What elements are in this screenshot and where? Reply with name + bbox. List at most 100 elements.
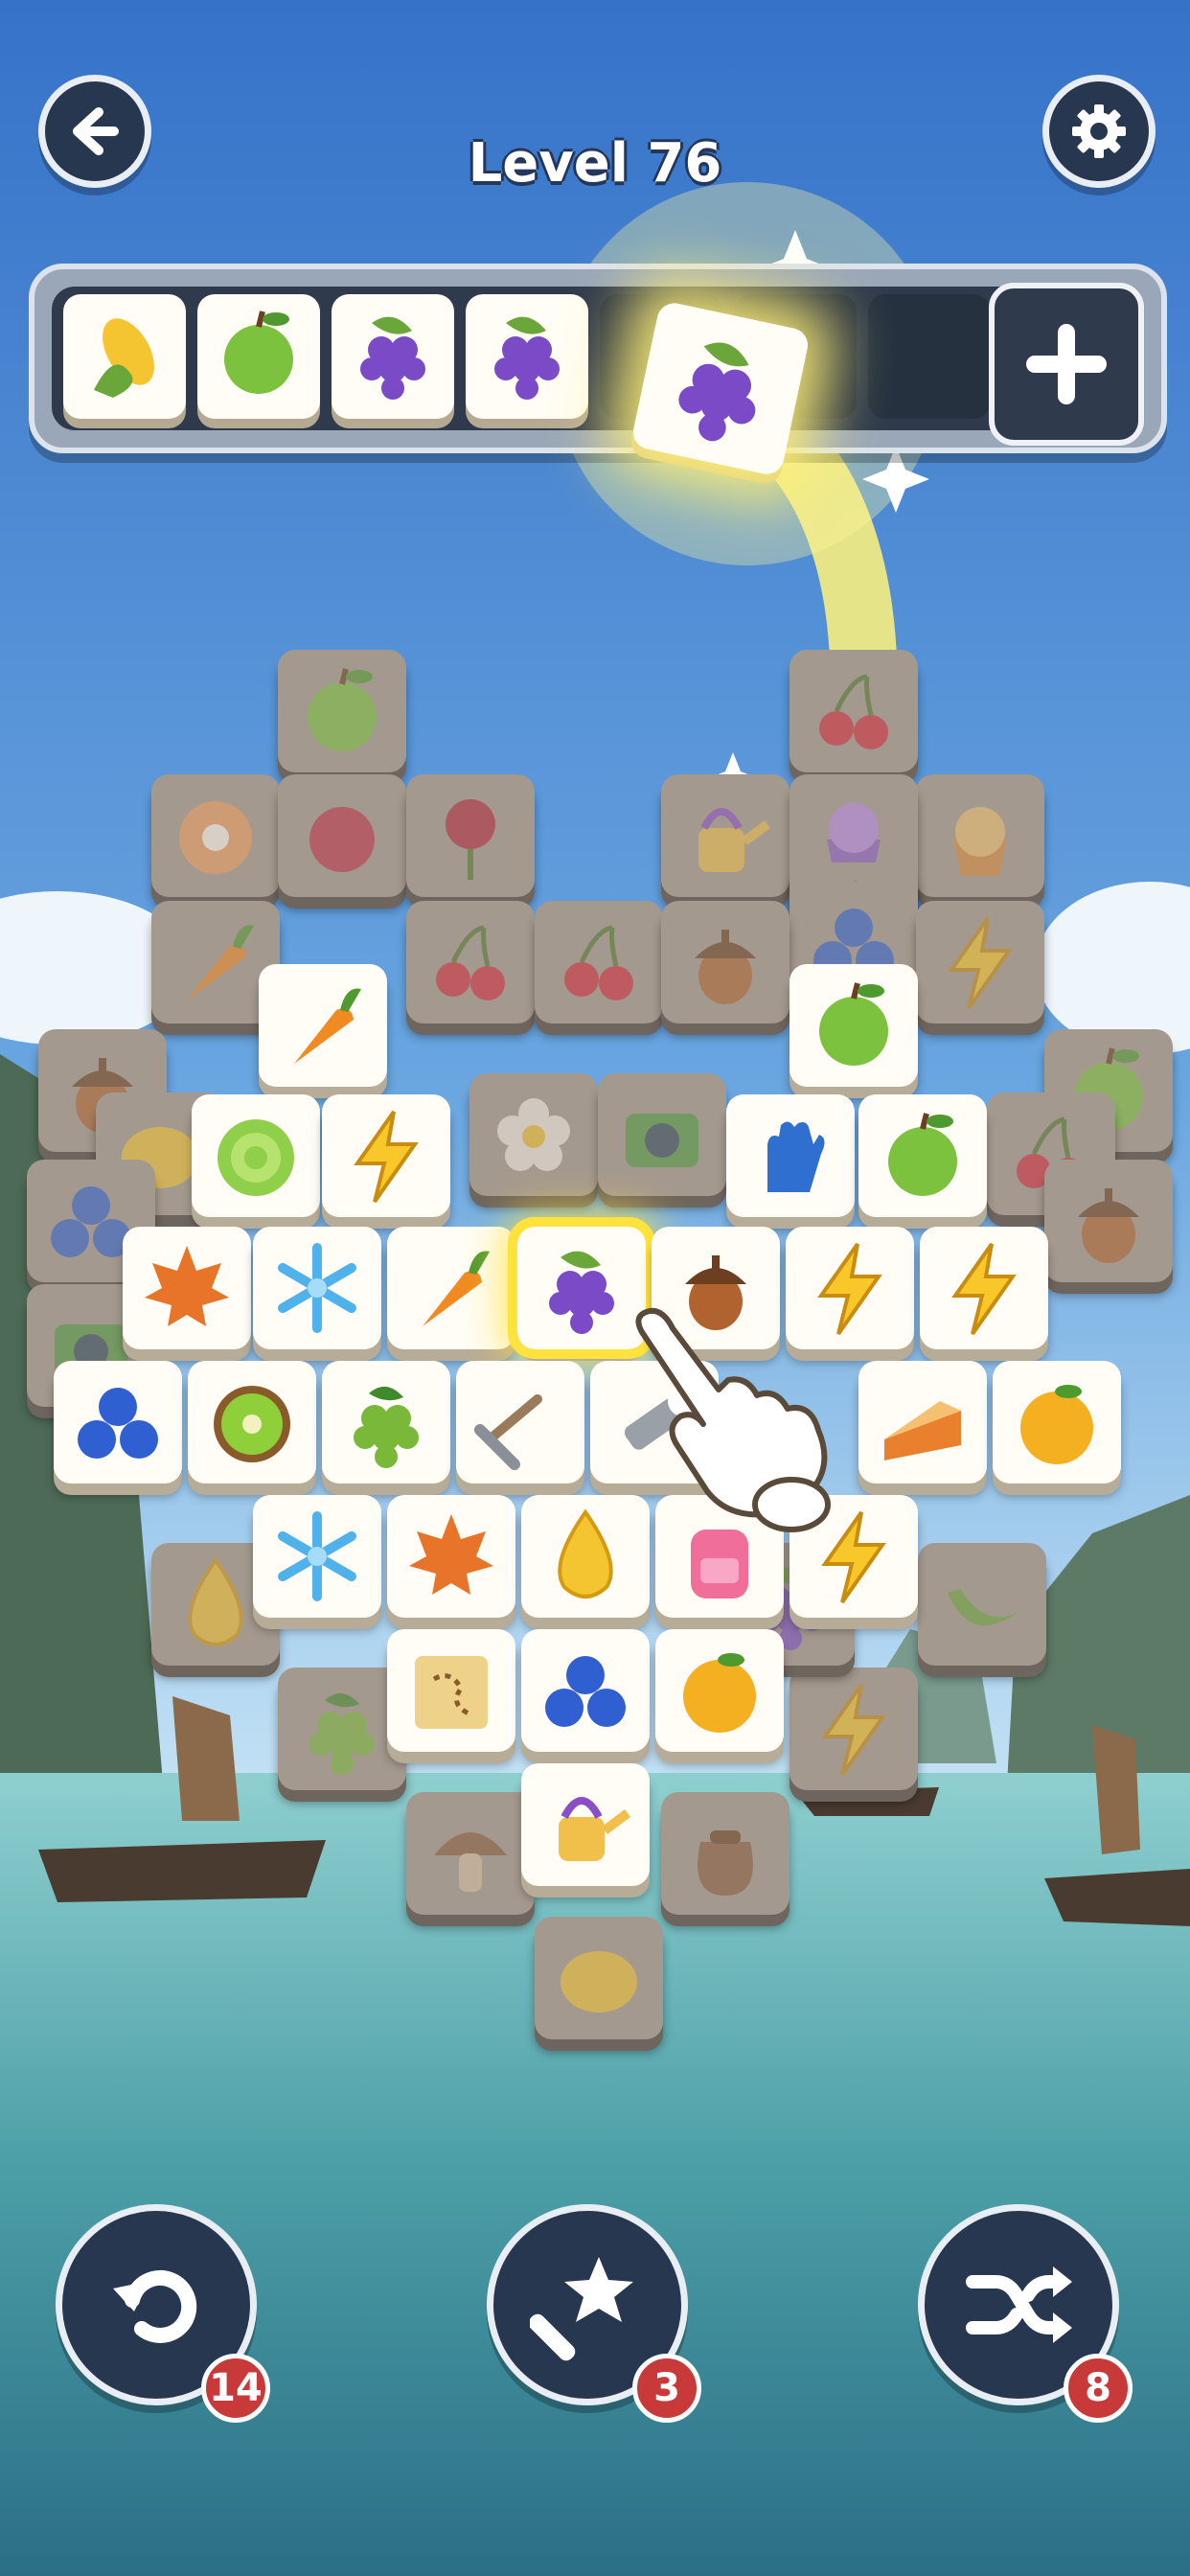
pie-icon [884, 1401, 961, 1460]
corn-icon [94, 318, 154, 398]
kiwi-icon [214, 1386, 290, 1462]
undo-booster[interactable]: 14 [56, 2204, 270, 2423]
apple-icon [819, 982, 888, 1066]
shuffle-count-badge: 8 [1064, 2354, 1133, 2423]
grapes-icon [360, 316, 425, 400]
settings-button[interactable] [1042, 75, 1156, 188]
watering-can-icon [698, 808, 770, 872]
lettuce-icon [217, 1119, 294, 1196]
tray-slot-apple [197, 294, 320, 419]
sack-icon [698, 1830, 753, 1896]
covered-tile-cherries [406, 901, 535, 1024]
covered-tile-mushroom [406, 1792, 535, 1915]
tile-apple[interactable] [790, 964, 918, 1087]
drop-icon [558, 1508, 613, 1598]
cherries-icon [819, 674, 888, 749]
covered-tile-cherries [535, 901, 663, 1024]
tile-watering-can[interactable] [521, 1763, 650, 1886]
plus-icon [1026, 324, 1107, 404]
magic-wand-count-badge: 3 [632, 2354, 701, 2423]
watering-can-icon [559, 1797, 630, 1861]
tile-snowflake[interactable] [253, 1227, 381, 1349]
glove-icon [767, 1121, 825, 1192]
magic-wand-icon [530, 2257, 633, 2361]
green-grapes-icon [309, 1692, 375, 1775]
tile-maple-leaf[interactable] [123, 1227, 251, 1349]
tile-carrot[interactable] [387, 1227, 515, 1349]
acorn-icon [695, 930, 756, 1004]
apple-icon [224, 310, 293, 394]
grapes-icon [678, 342, 756, 442]
rose-icon [446, 799, 495, 880]
maple-leaf-icon [409, 1514, 493, 1595]
covered-tile-donut [151, 774, 280, 897]
blueberries-icon [545, 1656, 626, 1727]
snowflake-icon [278, 1511, 356, 1601]
covered-tile-flower [469, 1073, 598, 1196]
lemon-icon [561, 1951, 637, 2012]
tile-blueberries[interactable] [54, 1361, 182, 1484]
tile-tray [29, 264, 1167, 453]
covered-tile-lightning [790, 1668, 918, 1790]
tile-lightning[interactable] [322, 1094, 450, 1217]
map-icon [415, 1656, 488, 1729]
banana-icon [948, 1589, 1018, 1626]
magic-wand-booster[interactable]: 3 [487, 2204, 701, 2423]
blueberries-icon [78, 1388, 158, 1459]
tile-maple-leaf[interactable] [387, 1495, 515, 1618]
covered-tile-apple [278, 650, 406, 772]
tile-glove[interactable] [726, 1094, 855, 1217]
flower-icon [497, 1098, 570, 1171]
tile-lettuce[interactable] [192, 1094, 320, 1217]
lightning-icon [821, 1683, 886, 1777]
snowflake-icon [278, 1243, 356, 1333]
tray-slots [52, 287, 1021, 430]
lightning-icon [948, 916, 1013, 1010]
grapes-icon [494, 316, 560, 400]
tile-pie[interactable] [858, 1361, 987, 1484]
cherries-icon [436, 925, 505, 1000]
tile-kiwi[interactable] [188, 1361, 316, 1484]
covered-tile-cherries [790, 650, 918, 772]
covered-tile-lightning [916, 901, 1044, 1024]
tile-lightning[interactable] [920, 1227, 1048, 1349]
undo-icon [113, 2269, 197, 2343]
tile-orange[interactable] [655, 1629, 784, 1752]
tile-rake[interactable] [456, 1361, 584, 1484]
shuffle-booster[interactable]: 8 [918, 2204, 1133, 2423]
tile-green-grapes[interactable] [322, 1361, 450, 1484]
flying-tile [629, 300, 812, 477]
level-title: Level 76 [468, 132, 722, 195]
covered-tile-acorn [661, 901, 790, 1024]
tray-slot-empty [868, 294, 991, 419]
rake-icon [474, 1394, 542, 1470]
donut-icon [179, 801, 252, 874]
add-slot-button[interactable] [989, 283, 1144, 446]
tile-snowflake[interactable] [253, 1495, 381, 1618]
undo-count-badge: 14 [201, 2354, 270, 2423]
tray-slot-grapes [466, 294, 588, 419]
carrot-icon [423, 1251, 490, 1326]
tile-map[interactable] [387, 1629, 515, 1752]
covered-tile-camera [598, 1073, 726, 1196]
apple-icon [308, 668, 377, 751]
tile-blueberries[interactable] [521, 1629, 650, 1752]
covered-tile-lemon [535, 1917, 663, 2039]
tile-apple[interactable] [858, 1094, 987, 1217]
orange-icon [683, 1653, 756, 1733]
muffin-icon [953, 807, 1007, 876]
lightning-icon [354, 1110, 419, 1204]
covered-tile-sack [661, 1792, 790, 1915]
maple-leaf-icon [145, 1246, 229, 1326]
camera-icon [626, 1114, 698, 1167]
covered-tile-acorn [1044, 1160, 1173, 1282]
tray-slot-grapes [332, 294, 454, 419]
tile-carrot[interactable] [259, 964, 387, 1087]
carrot-icon [294, 988, 361, 1064]
cherries-icon [564, 925, 633, 1000]
berry-icon [309, 807, 375, 872]
gear-icon [1072, 104, 1126, 158]
acorn-icon [1078, 1188, 1139, 1263]
tile-orange[interactable] [993, 1361, 1121, 1484]
covered-tile-banana [918, 1543, 1046, 1666]
